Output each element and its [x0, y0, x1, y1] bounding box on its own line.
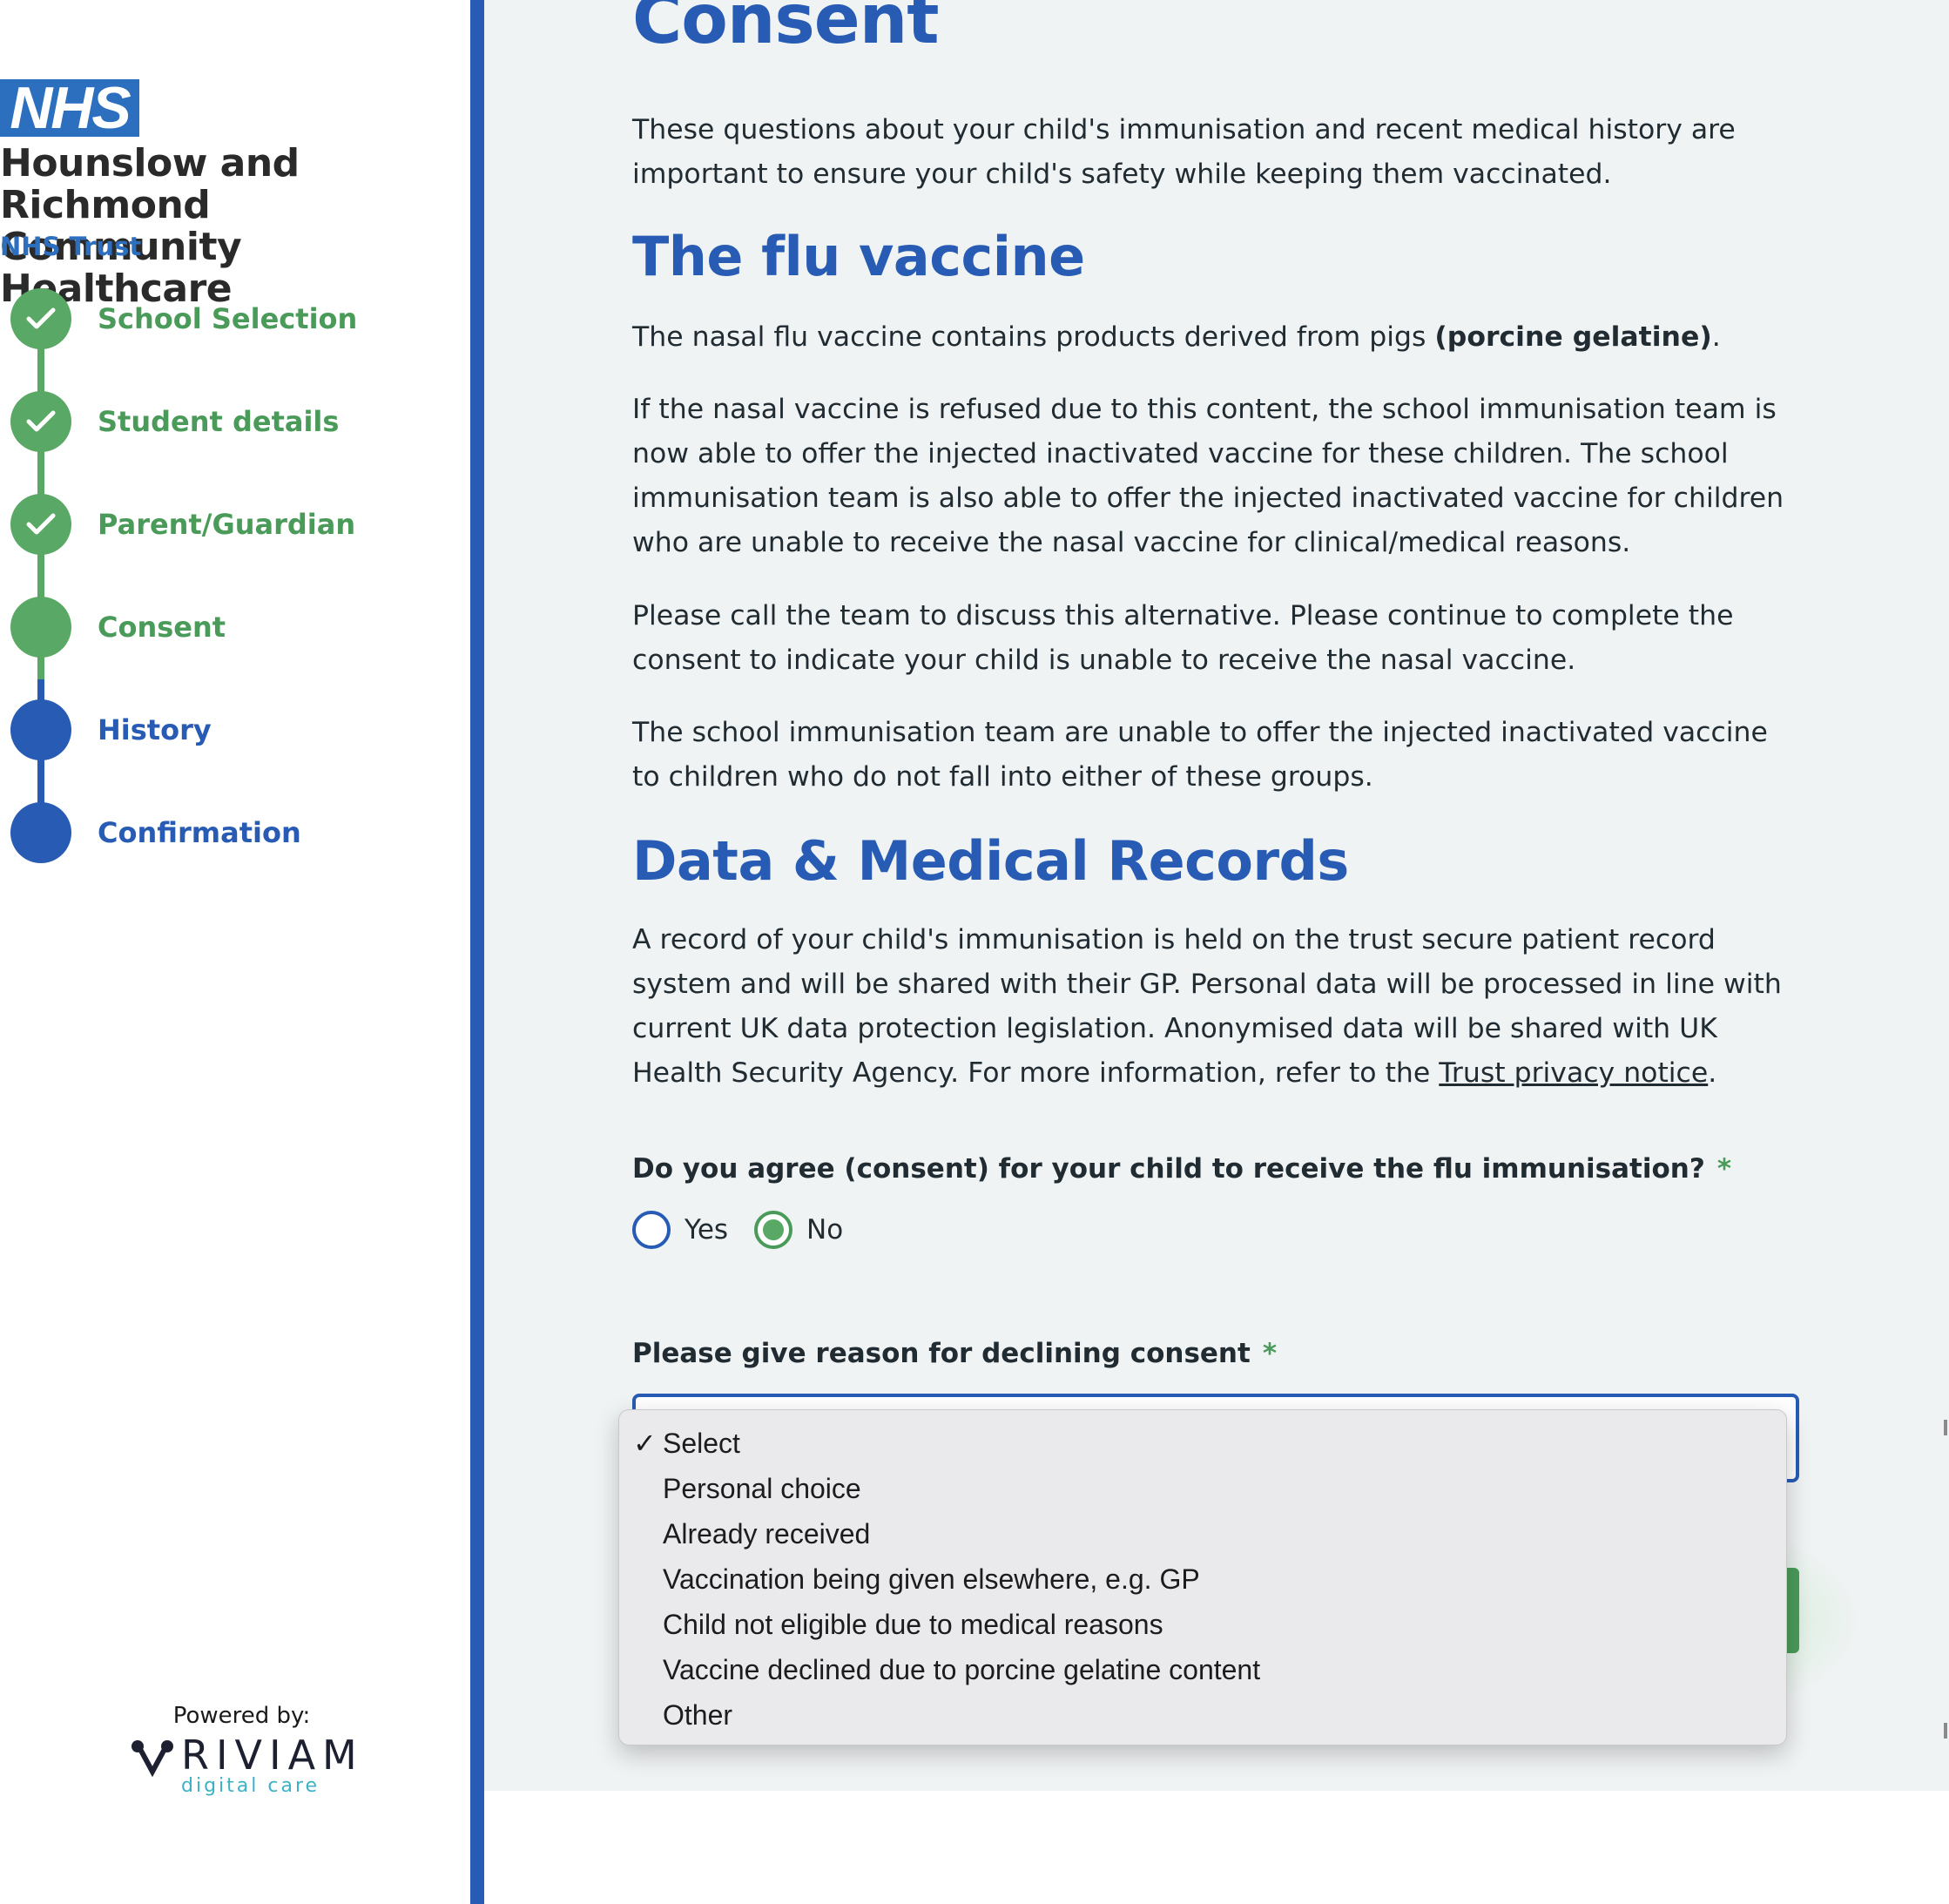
- consent-yes-label[interactable]: Yes: [685, 1214, 728, 1246]
- step-label: School Selection: [98, 302, 358, 335]
- dropdown-option-label: Personal choice: [663, 1473, 861, 1504]
- porcine-text-end: .: [1711, 321, 1721, 353]
- scrollbar-mark: [1944, 1420, 1947, 1435]
- consent-no-radio[interactable]: [754, 1211, 793, 1249]
- step-confirmation[interactable]: Confirmation: [10, 801, 463, 864]
- dropdown-option-personal-choice[interactable]: Personal choice: [633, 1466, 1765, 1511]
- step-current-dot: [10, 597, 71, 658]
- step-label: Confirmation: [98, 816, 301, 849]
- step-upcoming-dot: [10, 699, 71, 760]
- organisation-name-line1: Hounslow and Richmond: [0, 141, 300, 227]
- powered-by-label: Powered by:: [172, 1703, 311, 1729]
- dropdown-option-porcine-gelatine[interactable]: Vaccine declined due to porcine gelatine…: [633, 1647, 1765, 1692]
- step-label: History: [98, 713, 212, 746]
- consent-radio-group: Yes No: [632, 1211, 869, 1249]
- vendor-tagline: digital care: [181, 1775, 320, 1797]
- step-label: Student details: [98, 405, 340, 438]
- step-complete-dot: [10, 288, 71, 349]
- nhs-logo: NHS: [0, 78, 139, 138]
- dropdown-option-label: Vaccination being given elsewhere, e.g. …: [663, 1563, 1200, 1595]
- data-records-end: .: [1708, 1057, 1717, 1089]
- dropdown-option-not-eligible[interactable]: Child not eligible due to medical reason…: [633, 1602, 1765, 1647]
- required-marker: *: [1262, 1338, 1278, 1369]
- main-content: Consent These questions about your child…: [484, 0, 1949, 1791]
- dropdown-option-other[interactable]: Other: [633, 1692, 1765, 1738]
- sidebar-divider: [470, 0, 484, 1904]
- dropdown-option-label: Already received: [663, 1518, 871, 1550]
- progress-steps: School Selection Student details Parent/…: [0, 287, 470, 880]
- organisation-name: Hounslow and Richmond Community Healthca…: [0, 143, 470, 310]
- consent-no-label[interactable]: No: [806, 1214, 843, 1246]
- dropdown-option-label: Select: [663, 1428, 740, 1459]
- checkmark-icon: [26, 410, 56, 432]
- step-label: Consent: [98, 611, 226, 644]
- vendor-name: RIVIAM: [181, 1732, 364, 1779]
- flu-vaccine-heading: The flu vaccine: [632, 225, 1085, 288]
- porcine-bold: (porcine gelatine): [1434, 321, 1712, 353]
- checkmark-icon: [26, 513, 56, 535]
- dropdown-option-elsewhere[interactable]: Vaccination being given elsewhere, e.g. …: [633, 1556, 1765, 1602]
- sidebar: NHS Hounslow and Richmond Community Heal…: [0, 0, 470, 1904]
- decline-reason-dropdown-menu: ✓ Select Personal choice Already receive…: [618, 1409, 1787, 1745]
- data-records-text: A record of your child's immunisation is…: [632, 918, 1799, 1096]
- step-parent-guardian[interactable]: Parent/Guardian: [10, 493, 463, 556]
- call-team-text: Please call the team to discuss this alt…: [632, 600, 1734, 676]
- consent-yes-radio[interactable]: [632, 1211, 671, 1249]
- checkmark-icon: ✓: [633, 1428, 657, 1459]
- step-complete-dot: [10, 494, 71, 555]
- dropdown-option-select[interactable]: ✓ Select: [633, 1421, 1765, 1466]
- organisation-trust: NHS Trust: [0, 232, 142, 261]
- riviam-mark-icon: [132, 1740, 173, 1777]
- radio-selected-dot: [763, 1219, 785, 1240]
- vendor-logo: RIVIAM digital care: [131, 1732, 357, 1797]
- step-student-details[interactable]: Student details: [10, 390, 463, 453]
- step-upcoming-dot: [10, 802, 71, 863]
- dropdown-option-already-received[interactable]: Already received: [633, 1511, 1765, 1556]
- data-records-heading: Data & Medical Records: [632, 829, 1349, 893]
- scrollbar-mark: [1944, 1723, 1947, 1739]
- dropdown-option-label: Other: [663, 1699, 733, 1731]
- consent-question-label: Do you agree (consent) for your child to…: [632, 1153, 1731, 1185]
- decline-reason-text: Please give reason for declining consent: [632, 1338, 1251, 1369]
- privacy-notice-link[interactable]: Trust privacy notice: [1439, 1057, 1708, 1089]
- porcine-gelatine-text: The nasal flu vaccine contains products …: [632, 315, 1799, 360]
- required-marker: *: [1716, 1153, 1732, 1185]
- page-title: Consent: [632, 0, 940, 59]
- unable-to-offer-text: The school immunisation team are unable …: [632, 717, 1768, 793]
- dropdown-option-label: Child not eligible due to medical reason…: [663, 1609, 1163, 1640]
- checkmark-icon: [26, 307, 56, 329]
- step-complete-dot: [10, 391, 71, 452]
- nasal-refused-text: If the nasal vaccine is refused due to t…: [632, 394, 1784, 558]
- consent-question-text: Do you agree (consent) for your child to…: [632, 1153, 1705, 1185]
- step-label: Parent/Guardian: [98, 508, 356, 541]
- step-consent[interactable]: Consent: [10, 596, 463, 658]
- decline-reason-label: Please give reason for declining consent…: [632, 1338, 1277, 1369]
- step-school-selection[interactable]: School Selection: [10, 287, 463, 350]
- porcine-text: The nasal flu vaccine contains products …: [632, 321, 1435, 353]
- dropdown-option-label: Vaccine declined due to porcine gelatine…: [663, 1654, 1261, 1685]
- step-history[interactable]: History: [10, 699, 463, 761]
- intro-text: These questions about your child's immun…: [632, 114, 1736, 190]
